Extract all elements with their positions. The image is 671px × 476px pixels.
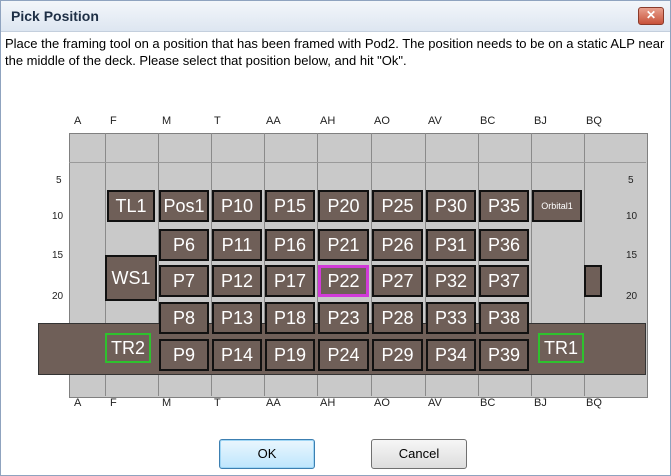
col-label-top: AA [266, 115, 281, 127]
position-P36[interactable]: P36 [479, 229, 529, 261]
position-P15[interactable]: P15 [265, 190, 315, 222]
position-P21[interactable]: P21 [318, 229, 369, 261]
position-P13[interactable]: P13 [212, 302, 262, 334]
position-P34[interactable]: P34 [426, 339, 476, 371]
dialog-title: Pick Position [11, 8, 99, 24]
side-handle[interactable] [584, 265, 602, 297]
grid-divider [69, 162, 646, 163]
position-P29[interactable]: P29 [372, 339, 423, 371]
position-P33[interactable]: P33 [426, 302, 476, 334]
position-P35[interactable]: P35 [479, 190, 529, 222]
col-label-bottom: A [74, 397, 82, 409]
position-TL1[interactable]: TL1 [107, 190, 155, 222]
position-P25[interactable]: P25 [372, 190, 423, 222]
col-label-bottom: BQ [586, 397, 602, 409]
col-label-bottom: AA [266, 397, 281, 409]
row-label-left: 15 [52, 250, 64, 261]
position-P23[interactable]: P23 [318, 302, 369, 334]
col-label-bottom: AH [320, 397, 336, 409]
deck-layout: A F M T AA AH AO AV BC BJ BQ A F M T AA … [38, 107, 670, 437]
col-label-bottom: BJ [534, 397, 547, 409]
col-label-bottom: F [110, 397, 117, 409]
pick-position-dialog: Pick Position ✕ Place the framing tool o… [0, 0, 671, 476]
position-P18[interactable]: P18 [265, 302, 315, 334]
position-P17[interactable]: P17 [265, 265, 315, 297]
position-P14[interactable]: P14 [212, 339, 262, 371]
position-TR1[interactable]: TR1 [538, 333, 584, 363]
position-TR2[interactable]: TR2 [105, 333, 151, 363]
position-Orbital1[interactable]: Orbital1 [532, 190, 582, 222]
position-P28[interactable]: P28 [372, 302, 423, 334]
row-label-right: 15 [626, 250, 638, 261]
position-P10[interactable]: P10 [212, 190, 262, 222]
row-label-right: 5 [628, 175, 634, 186]
col-label-top: BQ [586, 115, 602, 127]
position-P24[interactable]: P24 [318, 339, 369, 371]
position-P16[interactable]: P16 [265, 229, 315, 261]
col-label-top: A [74, 115, 82, 127]
row-label-left: 20 [52, 291, 64, 302]
position-P38[interactable]: P38 [479, 302, 529, 334]
close-button[interactable]: ✕ [638, 7, 664, 25]
position-P26[interactable]: P26 [372, 229, 423, 261]
row-label-left: 10 [52, 211, 64, 222]
ok-button[interactable]: OK [219, 439, 315, 469]
position-P30[interactable]: P30 [426, 190, 476, 222]
col-label-bottom: AV [428, 397, 442, 409]
col-label-bottom: AO [374, 397, 390, 409]
instructions-text: Place the framing tool on a position tha… [5, 36, 665, 68]
position-P12[interactable]: P12 [212, 265, 262, 297]
position-P22-selected[interactable]: P22 [318, 265, 369, 297]
row-label-right: 10 [626, 211, 638, 222]
position-P19[interactable]: P19 [265, 339, 315, 371]
col-label-bottom: T [214, 397, 221, 409]
position-P7[interactable]: P7 [159, 265, 209, 297]
position-P9[interactable]: P9 [159, 339, 209, 371]
position-P8[interactable]: P8 [159, 302, 209, 334]
col-label-top: AO [374, 115, 390, 127]
position-Pos1[interactable]: Pos1 [159, 190, 209, 222]
position-WS1[interactable]: WS1 [105, 255, 157, 301]
col-label-top: BJ [534, 115, 547, 127]
col-label-top: M [162, 115, 172, 127]
col-label-bottom: BC [480, 397, 496, 409]
cancel-button[interactable]: Cancel [371, 439, 467, 469]
col-label-bottom: M [162, 397, 172, 409]
position-P27[interactable]: P27 [372, 265, 423, 297]
close-icon: ✕ [645, 8, 657, 22]
row-label-right: 20 [626, 291, 638, 302]
position-P20[interactable]: P20 [318, 190, 369, 222]
col-label-top: AH [320, 115, 336, 127]
position-P31[interactable]: P31 [426, 229, 476, 261]
col-label-top: T [214, 115, 221, 127]
position-P39[interactable]: P39 [479, 339, 529, 371]
position-P11[interactable]: P11 [212, 229, 262, 261]
title-bar: Pick Position ✕ [1, 1, 670, 32]
col-label-top: BC [480, 115, 496, 127]
row-label-left: 5 [56, 175, 62, 186]
position-P32[interactable]: P32 [426, 265, 476, 297]
col-label-top: AV [428, 115, 442, 127]
col-label-top: F [110, 115, 117, 127]
position-P37[interactable]: P37 [479, 265, 529, 297]
position-P6[interactable]: P6 [159, 229, 209, 261]
